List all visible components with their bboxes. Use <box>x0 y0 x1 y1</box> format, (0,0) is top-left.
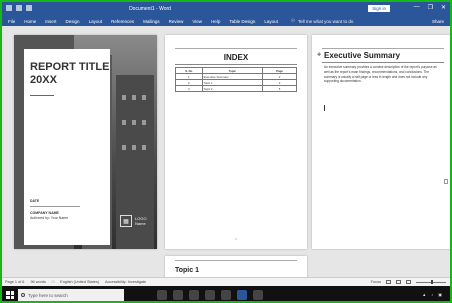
tab-home[interactable]: Home <box>24 19 36 24</box>
logo-name: Name <box>135 221 146 226</box>
company-info[interactable]: COMPANY NAME Authored by: Your Name <box>30 211 68 221</box>
tell-me-label: Tell me what you want to do <box>297 18 354 24</box>
tab-table-layout[interactable]: Layout <box>264 19 278 24</box>
task-view-icon[interactable] <box>157 290 167 300</box>
logo-icon: ▦ <box>120 215 132 227</box>
mail-icon[interactable] <box>221 290 231 300</box>
lightbulb-icon: ☉ <box>290 18 295 23</box>
close-button[interactable]: ✕ <box>441 4 446 11</box>
file-explorer-icon[interactable] <box>189 290 199 300</box>
window-title: Document1 - Word <box>129 6 171 12</box>
text-cursor <box>324 105 325 111</box>
table-row[interactable]: 3 Topic 2 5 <box>175 85 297 92</box>
header-line <box>322 48 444 49</box>
proofing-icon[interactable]: □ <box>52 280 54 284</box>
status-bar: Page 1 of 6 96 words □ English (United S… <box>2 277 450 286</box>
exec-heading[interactable]: Executive Summary <box>324 51 400 60</box>
page-count[interactable]: Page 1 of 6 <box>5 280 24 284</box>
index-heading[interactable]: INDEX <box>165 53 307 62</box>
window-frame: Document1 - Word Sign in — ❐ ✕ File Home… <box>0 0 452 303</box>
tab-design[interactable]: Design <box>66 19 80 24</box>
tab-mailings[interactable]: Mailings <box>143 19 160 24</box>
date-divider <box>30 206 80 207</box>
window-controls: — ❐ ✕ <box>414 4 446 11</box>
windows-start-icon[interactable] <box>6 291 14 299</box>
topic-heading[interactable]: Topic 1 <box>175 267 199 274</box>
share-button[interactable]: Share <box>432 19 444 24</box>
document-canvas[interactable]: REPORT TITLE 20XX DATE COMPANY NAME Auth… <box>2 28 450 286</box>
word-count[interactable]: 96 words <box>30 280 45 284</box>
date-label[interactable]: DATE <box>30 199 39 203</box>
title-divider <box>30 95 54 96</box>
index-page[interactable]: INDEX S. No Topic Page 1 Executive Summa… <box>165 35 307 249</box>
page-number: 1 <box>235 237 237 241</box>
store-icon[interactable] <box>205 290 215 300</box>
executive-summary-page[interactable]: ✚ Executive Summary An executive summary… <box>312 35 450 249</box>
minimize-button[interactable]: — <box>414 4 420 11</box>
volume-icon[interactable]: ♪ <box>431 292 433 297</box>
cover-page[interactable]: REPORT TITLE 20XX DATE COMPANY NAME Auth… <box>14 35 157 249</box>
cell-no: 3 <box>175 85 203 92</box>
logo-block: ▦ LOGO Name <box>120 215 147 227</box>
word-app-icon[interactable] <box>237 290 247 300</box>
header-line <box>175 48 297 49</box>
network-icon[interactable]: ▲ <box>422 292 426 297</box>
tab-layout[interactable]: Layout <box>89 19 103 24</box>
tab-references[interactable]: References <box>111 19 134 24</box>
layout-options-icon[interactable] <box>444 179 448 184</box>
cell-topic: Topic 2 <box>201 85 264 92</box>
tab-file[interactable]: File <box>8 19 15 24</box>
taskbar-search[interactable]: Type here to search <box>18 289 124 301</box>
tab-table-design[interactable]: Table Design <box>229 19 255 24</box>
report-title[interactable]: REPORT TITLE 20XX <box>30 61 109 86</box>
save-icon[interactable] <box>6 5 12 11</box>
move-handle-icon[interactable]: ✚ <box>317 52 321 58</box>
maximize-button[interactable]: ❐ <box>428 4 433 11</box>
tell-me-search[interactable]: ☉ Tell me what you want to do <box>291 18 354 24</box>
search-placeholder: Type here to search <box>28 293 68 298</box>
focus-label[interactable]: Focus <box>371 280 381 284</box>
app-icon[interactable] <box>253 290 263 300</box>
ribbon-tabs: File Home Insert Design Layout Reference… <box>2 16 450 26</box>
tab-review[interactable]: Review <box>169 19 184 24</box>
tab-view[interactable]: View <box>192 19 202 24</box>
tab-help[interactable]: Help <box>211 19 220 24</box>
search-icon <box>21 293 25 297</box>
index-table[interactable]: S. No Topic Page 1 Executive Summary 2 2… <box>175 67 297 92</box>
cover-text-panel: REPORT TITLE 20XX DATE COMPANY NAME Auth… <box>24 49 110 245</box>
quick-access-toolbar <box>6 5 32 11</box>
browser-icon[interactable] <box>173 290 183 300</box>
system-tray: ▲ ♪ ▣ <box>422 292 442 297</box>
undo-icon[interactable] <box>16 5 22 11</box>
notification-icon[interactable]: ▣ <box>438 292 442 297</box>
heading-rule <box>175 64 297 65</box>
header-line <box>175 260 297 261</box>
taskbar-apps <box>157 290 263 300</box>
redo-icon[interactable] <box>26 5 32 11</box>
print-layout-icon[interactable] <box>396 280 401 284</box>
web-layout-icon[interactable] <box>406 280 411 284</box>
title-bar: Document1 - Word Sign in — ❐ ✕ <box>2 2 450 16</box>
view-controls: Focus <box>371 280 446 284</box>
cell-page: 5 <box>262 85 297 92</box>
exec-body[interactable]: An executive summary provides a concise … <box>324 65 442 84</box>
read-mode-icon[interactable] <box>386 280 391 284</box>
zoom-slider[interactable] <box>416 280 446 284</box>
language-indicator[interactable]: English (United States) <box>60 280 99 284</box>
sign-in-button[interactable]: Sign in <box>368 5 390 12</box>
heading-rule <box>322 62 444 63</box>
tab-insert[interactable]: Insert <box>45 19 56 24</box>
accessibility-indicator[interactable]: Accessibility: Investigate <box>105 280 146 284</box>
taskbar: Type here to search ▲ ♪ ▣ <box>2 286 450 301</box>
